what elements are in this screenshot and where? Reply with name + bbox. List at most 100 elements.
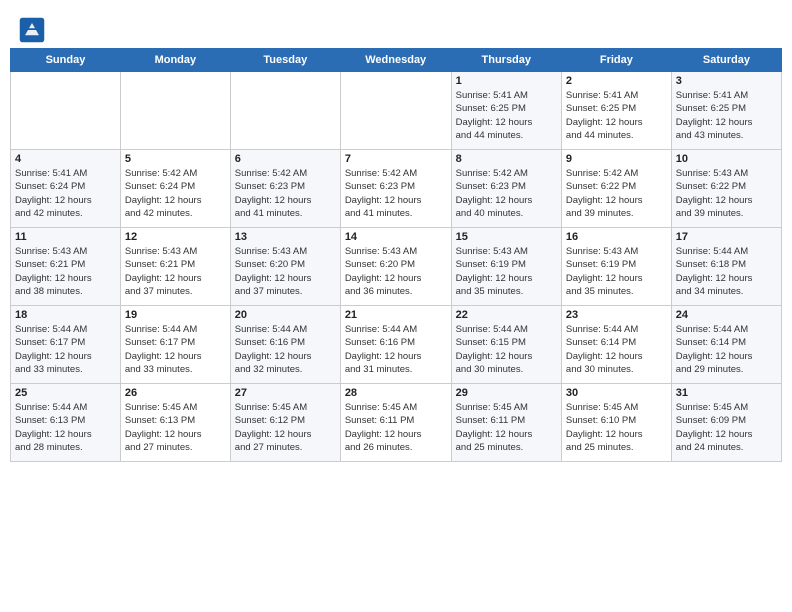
day-info: Sunrise: 5:45 AMSunset: 6:10 PMDaylight:… [566,401,667,454]
day-number: 3 [676,75,777,87]
day-number: 26 [125,387,226,399]
calendar-cell: 2 Sunrise: 5:41 AMSunset: 6:25 PMDaylight… [561,72,671,150]
day-info: Sunrise: 5:41 AMSunset: 6:25 PMDaylight:… [566,89,667,142]
weekday-header-row: SundayMondayTuesdayWednesdayThursdayFrid… [11,49,782,72]
calendar-cell: 20 Sunrise: 5:44 AMSunset: 6:16 PMDayligh… [230,306,340,384]
day-info: Sunrise: 5:44 AMSunset: 6:14 PMDaylight:… [676,323,777,376]
calendar-cell: 11 Sunrise: 5:43 AMSunset: 6:21 PMDayligh… [11,228,121,306]
day-number: 7 [345,153,447,165]
calendar-cell [120,72,230,150]
day-info: Sunrise: 5:43 AMSunset: 6:21 PMDaylight:… [125,245,226,298]
day-number: 5 [125,153,226,165]
calendar-cell: 15 Sunrise: 5:43 AMSunset: 6:19 PMDayligh… [451,228,561,306]
day-number: 30 [566,387,667,399]
day-number: 15 [456,231,557,243]
day-number: 1 [456,75,557,87]
day-number: 20 [235,309,336,321]
calendar-week-5: 25 Sunrise: 5:44 AMSunset: 6:13 PMDayligh… [11,384,782,462]
day-number: 12 [125,231,226,243]
calendar-cell: 28Sunrise: 5:45 AMSunset: 6:11 PMDayligh… [340,384,451,462]
calendar-cell: 22 Sunrise: 5:44 AMSunset: 6:15 PMDayligh… [451,306,561,384]
day-info: Sunrise: 5:43 AMSunset: 6:19 PMDaylight:… [566,245,667,298]
calendar-cell: 19 Sunrise: 5:44 AMSunset: 6:17 PMDayligh… [120,306,230,384]
day-number: 9 [566,153,667,165]
calendar-body: 1 Sunrise: 5:41 AMSunset: 6:25 PMDaylight… [11,72,782,462]
calendar-cell [340,72,451,150]
day-info: Sunrise: 5:45 AMSunset: 6:13 PMDaylight:… [125,401,226,454]
day-info: Sunrise: 5:42 AMSunset: 6:22 PMDaylight:… [566,167,667,220]
calendar-cell: 18 Sunrise: 5:44 AMSunset: 6:17 PMDayligh… [11,306,121,384]
calendar-cell: 25 Sunrise: 5:44 AMSunset: 6:13 PMDayligh… [11,384,121,462]
calendar-cell: 6 Sunrise: 5:42 AMSunset: 6:23 PMDaylight… [230,150,340,228]
logo-icon [18,16,46,44]
day-info: Sunrise: 5:44 AMSunset: 6:16 PMDaylight:… [235,323,336,376]
calendar-header: SundayMondayTuesdayWednesdayThursdayFrid… [11,49,782,72]
day-number: 18 [15,309,116,321]
day-info: Sunrise: 5:44 AMSunset: 6:13 PMDaylight:… [15,401,116,454]
day-number: 10 [676,153,777,165]
calendar-cell: 24Sunrise: 5:44 AMSunset: 6:14 PMDayligh… [671,306,781,384]
calendar-cell: 27Sunrise: 5:45 AMSunset: 6:12 PMDayligh… [230,384,340,462]
calendar-cell: 12 Sunrise: 5:43 AMSunset: 6:21 PMDayligh… [120,228,230,306]
day-info: Sunrise: 5:42 AMSunset: 6:23 PMDaylight:… [456,167,557,220]
day-info: Sunrise: 5:42 AMSunset: 6:24 PMDaylight:… [125,167,226,220]
calendar-cell: 7Sunrise: 5:42 AMSunset: 6:23 PMDaylight… [340,150,451,228]
calendar-cell: 8 Sunrise: 5:42 AMSunset: 6:23 PMDaylight… [451,150,561,228]
day-number: 11 [15,231,116,243]
calendar-cell: 10 Sunrise: 5:43 AMSunset: 6:22 PMDayligh… [671,150,781,228]
day-info: Sunrise: 5:44 AMSunset: 6:15 PMDaylight:… [456,323,557,376]
calendar-cell: 13 Sunrise: 5:43 AMSunset: 6:20 PMDayligh… [230,228,340,306]
day-info: Sunrise: 5:43 AMSunset: 6:22 PMDaylight:… [676,167,777,220]
day-info: Sunrise: 5:42 AMSunset: 6:23 PMDaylight:… [235,167,336,220]
calendar-cell: 1 Sunrise: 5:41 AMSunset: 6:25 PMDaylight… [451,72,561,150]
calendar-cell [11,72,121,150]
day-info: Sunrise: 5:44 AMSunset: 6:17 PMDaylight:… [125,323,226,376]
weekday-header-sunday: Sunday [11,49,121,72]
day-info: Sunrise: 5:43 AMSunset: 6:20 PMDaylight:… [235,245,336,298]
calendar-cell: 9 Sunrise: 5:42 AMSunset: 6:22 PMDaylight… [561,150,671,228]
day-number: 16 [566,231,667,243]
calendar-cell: 29Sunrise: 5:45 AMSunset: 6:11 PMDayligh… [451,384,561,462]
calendar-week-4: 18 Sunrise: 5:44 AMSunset: 6:17 PMDayligh… [11,306,782,384]
calendar-cell: 16 Sunrise: 5:43 AMSunset: 6:19 PMDayligh… [561,228,671,306]
day-number: 25 [15,387,116,399]
calendar-cell [230,72,340,150]
day-info: Sunrise: 5:44 AMSunset: 6:14 PMDaylight:… [566,323,667,376]
weekday-header-thursday: Thursday [451,49,561,72]
calendar-cell: 4Sunrise: 5:41 AMSunset: 6:24 PMDaylight… [11,150,121,228]
calendar-cell: 30 Sunrise: 5:45 AMSunset: 6:10 PMDayligh… [561,384,671,462]
calendar-cell: 3Sunrise: 5:41 AMSunset: 6:25 PMDaylight… [671,72,781,150]
day-number: 19 [125,309,226,321]
day-number: 23 [566,309,667,321]
day-info: Sunrise: 5:41 AMSunset: 6:25 PMDaylight:… [456,89,557,142]
day-number: 6 [235,153,336,165]
day-info: Sunrise: 5:45 AMSunset: 6:09 PMDaylight:… [676,401,777,454]
day-info: Sunrise: 5:44 AMSunset: 6:16 PMDaylight:… [345,323,447,376]
day-info: Sunrise: 5:43 AMSunset: 6:21 PMDaylight:… [15,245,116,298]
calendar-cell: 5 Sunrise: 5:42 AMSunset: 6:24 PMDaylight… [120,150,230,228]
day-number: 8 [456,153,557,165]
day-info: Sunrise: 5:45 AMSunset: 6:12 PMDaylight:… [235,401,336,454]
day-info: Sunrise: 5:45 AMSunset: 6:11 PMDaylight:… [456,401,557,454]
weekday-header-wednesday: Wednesday [340,49,451,72]
day-number: 31 [676,387,777,399]
weekday-header-monday: Monday [120,49,230,72]
logo [18,16,50,44]
calendar-cell: 21Sunrise: 5:44 AMSunset: 6:16 PMDayligh… [340,306,451,384]
day-info: Sunrise: 5:44 AMSunset: 6:18 PMDaylight:… [676,245,777,298]
weekday-header-saturday: Saturday [671,49,781,72]
day-info: Sunrise: 5:43 AMSunset: 6:19 PMDaylight:… [456,245,557,298]
day-info: Sunrise: 5:44 AMSunset: 6:17 PMDaylight:… [15,323,116,376]
weekday-header-tuesday: Tuesday [230,49,340,72]
day-number: 14 [345,231,447,243]
calendar-cell: 14 Sunrise: 5:43 AMSunset: 6:20 PMDayligh… [340,228,451,306]
calendar-table: SundayMondayTuesdayWednesdayThursdayFrid… [10,48,782,462]
day-number: 4 [15,153,116,165]
day-info: Sunrise: 5:43 AMSunset: 6:20 PMDaylight:… [345,245,447,298]
day-number: 2 [566,75,667,87]
day-number: 22 [456,309,557,321]
weekday-header-friday: Friday [561,49,671,72]
calendar-week-2: 4Sunrise: 5:41 AMSunset: 6:24 PMDaylight… [11,150,782,228]
day-number: 13 [235,231,336,243]
day-number: 28 [345,387,447,399]
